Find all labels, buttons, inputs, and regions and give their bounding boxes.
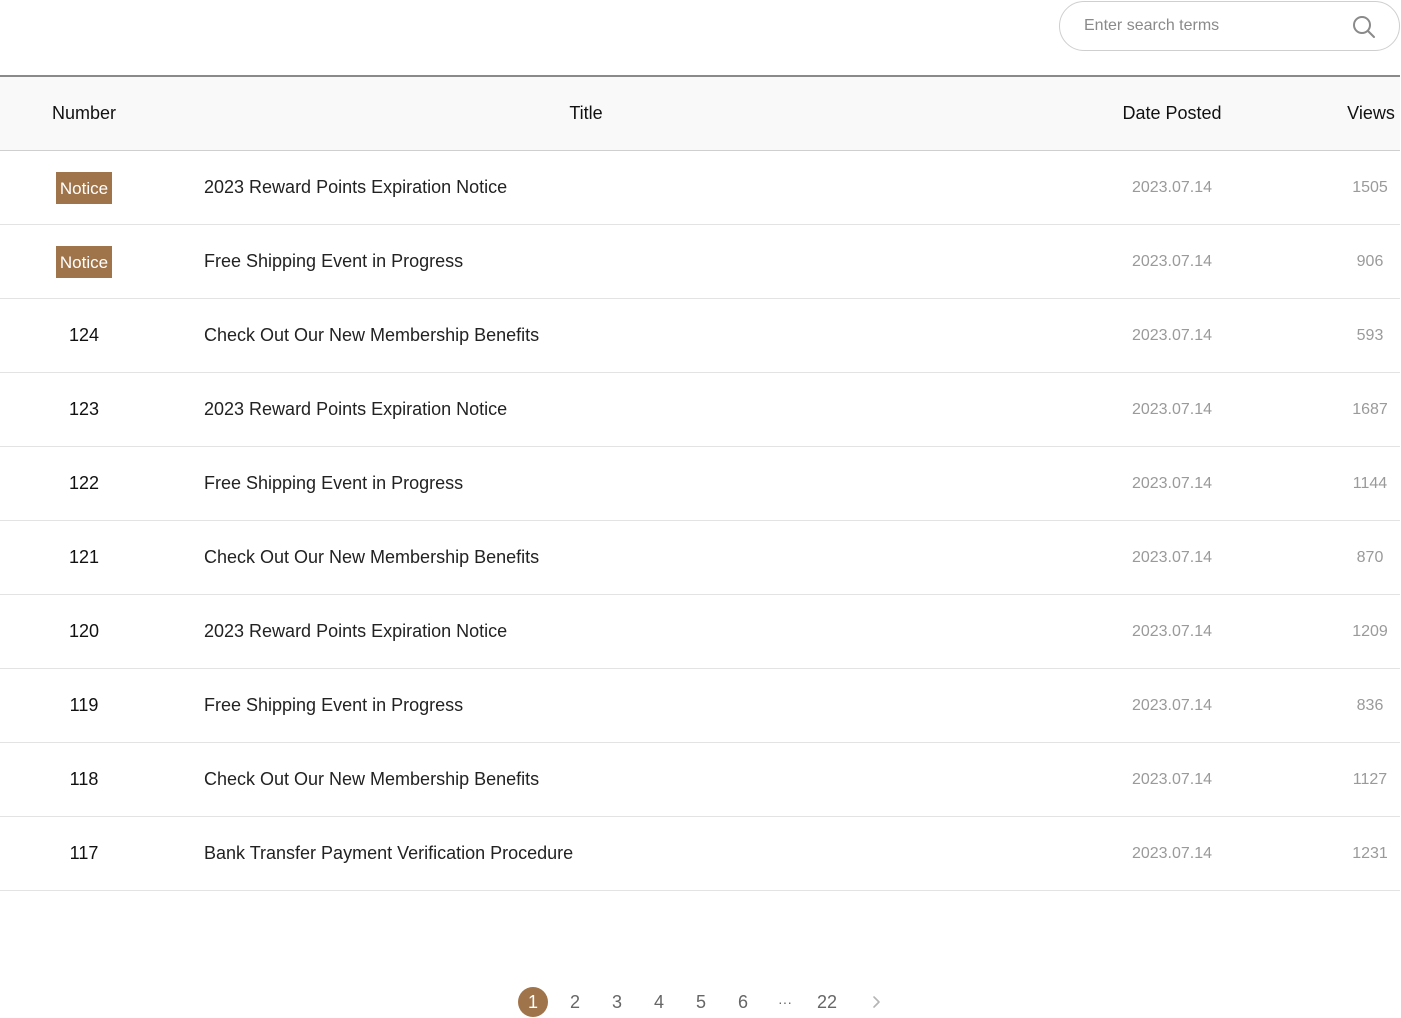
pagination: 1 2 3 4 5 6 ··· 22 bbox=[518, 987, 892, 1017]
page-button-6[interactable]: 6 bbox=[728, 987, 758, 1017]
row-views: 593 bbox=[1356, 326, 1384, 344]
notice-badge: Notice bbox=[55, 245, 113, 278]
table-row[interactable]: 121 Check Out Our New Membership Benefits… bbox=[0, 521, 1400, 595]
table-row[interactable]: 123 2023 Reward Points Expiration Notice 2… bbox=[0, 373, 1400, 447]
row-title-link[interactable]: Check Out Our New Membership Benefits bbox=[168, 769, 1004, 790]
page-button-last[interactable]: 22 bbox=[812, 987, 842, 1017]
row-number: 119 bbox=[69, 695, 99, 715]
page-button-5[interactable]: 5 bbox=[686, 987, 716, 1017]
table-row[interactable]: Notice 2023 Reward Points Expiration Noti… bbox=[0, 151, 1400, 225]
row-views: 1127 bbox=[1352, 770, 1388, 788]
header-views: Views bbox=[1347, 103, 1395, 123]
header-title: Title bbox=[569, 103, 603, 123]
table-row[interactable]: 120 2023 Reward Points Expiration Notice 2… bbox=[0, 595, 1400, 669]
table-row[interactable]: 122 Free Shipping Event in Progress 2023.0… bbox=[0, 447, 1400, 521]
search-input[interactable] bbox=[1060, 2, 1320, 50]
row-number: 122 bbox=[68, 473, 100, 493]
row-number: 118 bbox=[69, 769, 99, 789]
row-title-link[interactable]: Free Shipping Event in Progress bbox=[168, 473, 1004, 494]
row-date: 2023.07.14 bbox=[1131, 844, 1213, 862]
row-title-link[interactable]: Check Out Our New Membership Benefits bbox=[168, 325, 1004, 346]
table-row[interactable]: 124 Check Out Our New Membership Benefits… bbox=[0, 299, 1400, 373]
row-number-cell: Notice bbox=[0, 171, 168, 204]
row-number-cell: Notice bbox=[0, 245, 168, 278]
notice-board-page: Number Title Date Posted Views Notice 202… bbox=[0, 0, 1401, 1018]
page-button-4[interactable]: 4 bbox=[644, 987, 674, 1017]
chevron-right-icon bbox=[873, 996, 880, 1008]
search-icon bbox=[1353, 16, 1375, 38]
row-views: 836 bbox=[1356, 696, 1384, 714]
row-title-link[interactable]: 2023 Reward Points Expiration Notice bbox=[168, 621, 1004, 642]
row-views: 1231 bbox=[1352, 844, 1388, 862]
notice-table: Number Title Date Posted Views Notice 202… bbox=[0, 75, 1400, 891]
row-date: 2023.07.14 bbox=[1131, 548, 1213, 566]
row-title-link[interactable]: Free Shipping Event in Progress bbox=[168, 695, 1004, 716]
row-date: 2023.07.14 bbox=[1131, 326, 1213, 344]
row-date: 2023.07.14 bbox=[1131, 474, 1213, 492]
search-box bbox=[1059, 1, 1400, 51]
row-views: 906 bbox=[1356, 252, 1384, 270]
table-header: Number Title Date Posted Views bbox=[0, 77, 1400, 151]
row-title-link[interactable]: 2023 Reward Points Expiration Notice bbox=[168, 177, 1004, 198]
row-date: 2023.07.14 bbox=[1131, 696, 1213, 714]
search-button[interactable] bbox=[1351, 14, 1377, 40]
row-number: 124 bbox=[68, 325, 100, 345]
row-views: 1505 bbox=[1352, 178, 1388, 196]
row-views: 870 bbox=[1356, 548, 1384, 566]
row-views: 1687 bbox=[1352, 400, 1388, 418]
row-number: 120 bbox=[68, 621, 100, 641]
page-ellipsis: ··· bbox=[778, 994, 792, 1010]
row-date: 2023.07.14 bbox=[1131, 622, 1213, 640]
table-row[interactable]: 119 Free Shipping Event in Progress 2023.0… bbox=[0, 669, 1400, 743]
row-date: 2023.07.14 bbox=[1131, 400, 1213, 418]
table-body: Notice 2023 Reward Points Expiration Noti… bbox=[0, 151, 1400, 891]
table-row[interactable]: 117 Bank Transfer Payment Verification Pr… bbox=[0, 817, 1400, 891]
table-row[interactable]: Notice Free Shipping Event in Progress 202… bbox=[0, 225, 1400, 299]
row-number: 123 bbox=[68, 399, 100, 419]
row-title-link[interactable]: Bank Transfer Payment Verification Proce… bbox=[168, 843, 1004, 864]
table-row[interactable]: 118 Check Out Our New Membership Benefits… bbox=[0, 743, 1400, 817]
header-number: Number bbox=[51, 103, 117, 123]
row-date: 2023.07.14 bbox=[1131, 770, 1213, 788]
next-page-button[interactable] bbox=[862, 987, 892, 1017]
row-views: 1209 bbox=[1352, 622, 1388, 640]
row-title-link[interactable]: Free Shipping Event in Progress bbox=[168, 251, 1004, 272]
page-button-2[interactable]: 2 bbox=[560, 987, 590, 1017]
notice-badge: Notice bbox=[55, 171, 113, 204]
row-date: 2023.07.14 bbox=[1131, 252, 1213, 270]
row-number: 117 bbox=[69, 843, 99, 863]
row-date: 2023.07.14 bbox=[1131, 178, 1213, 196]
row-number: 121 bbox=[68, 547, 100, 567]
page-button-1[interactable]: 1 bbox=[518, 987, 548, 1017]
row-views: 1144 bbox=[1352, 474, 1388, 492]
row-title-link[interactable]: Check Out Our New Membership Benefits bbox=[168, 547, 1004, 568]
page-button-3[interactable]: 3 bbox=[602, 987, 632, 1017]
row-title-link[interactable]: 2023 Reward Points Expiration Notice bbox=[168, 399, 1004, 420]
header-date: Date Posted bbox=[1122, 103, 1222, 123]
